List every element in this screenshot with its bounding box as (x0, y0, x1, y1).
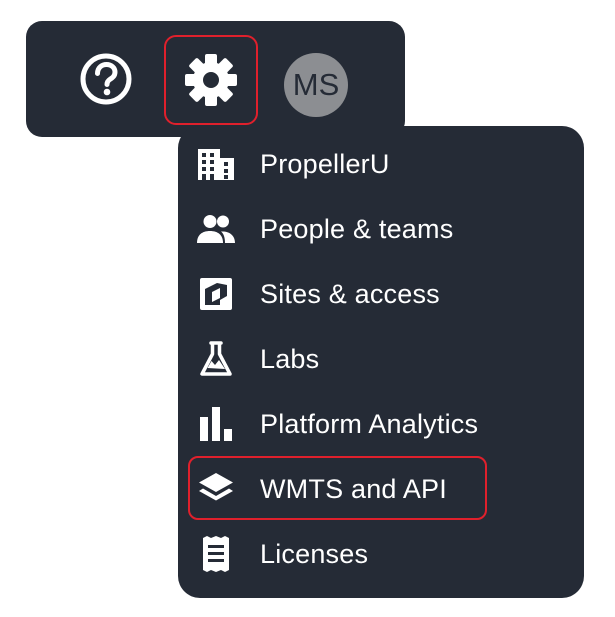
menu-item-sites-access[interactable]: Sites & access (178, 264, 584, 324)
menu-item-propelleru[interactable]: PropellerU (178, 134, 584, 194)
menu-item-labs[interactable]: Labs (178, 329, 584, 389)
people-icon (196, 209, 236, 249)
menu-item-label: Licenses (260, 538, 369, 569)
menu-item-label: Labs (260, 343, 320, 374)
building-icon (196, 144, 236, 184)
menu-item-wmts-api[interactable]: WMTS and API (178, 459, 584, 519)
help-button[interactable] (76, 47, 136, 111)
menu-item-licenses[interactable]: Licenses (178, 524, 584, 584)
avatar-initials: MS (292, 67, 340, 102)
help-circle-icon (78, 51, 134, 107)
menu-item-label: People & teams (260, 213, 454, 244)
layers-icon (196, 469, 236, 509)
gear-icon (184, 53, 238, 107)
settings-button[interactable] (164, 35, 258, 125)
menu-item-label: PropellerU (260, 148, 390, 179)
bar-chart-icon (196, 404, 236, 444)
menu-item-label: Platform Analytics (260, 408, 479, 439)
top-toolbar: MS (26, 21, 405, 137)
flask-icon (196, 339, 236, 379)
menu-item-platform-analytics[interactable]: Platform Analytics (178, 394, 584, 454)
map-icon (196, 274, 236, 314)
menu-item-label: Sites & access (260, 278, 440, 309)
user-avatar[interactable]: MS (284, 53, 348, 117)
app-stage: MS PropellerU People & teams Sites & acc… (0, 0, 615, 617)
menu-item-label: WMTS and API (260, 473, 447, 504)
menu-item-people-teams[interactable]: People & teams (178, 199, 584, 259)
receipt-icon (196, 534, 236, 574)
settings-dropdown-menu: PropellerU People & teams Sites & access… (178, 126, 584, 598)
